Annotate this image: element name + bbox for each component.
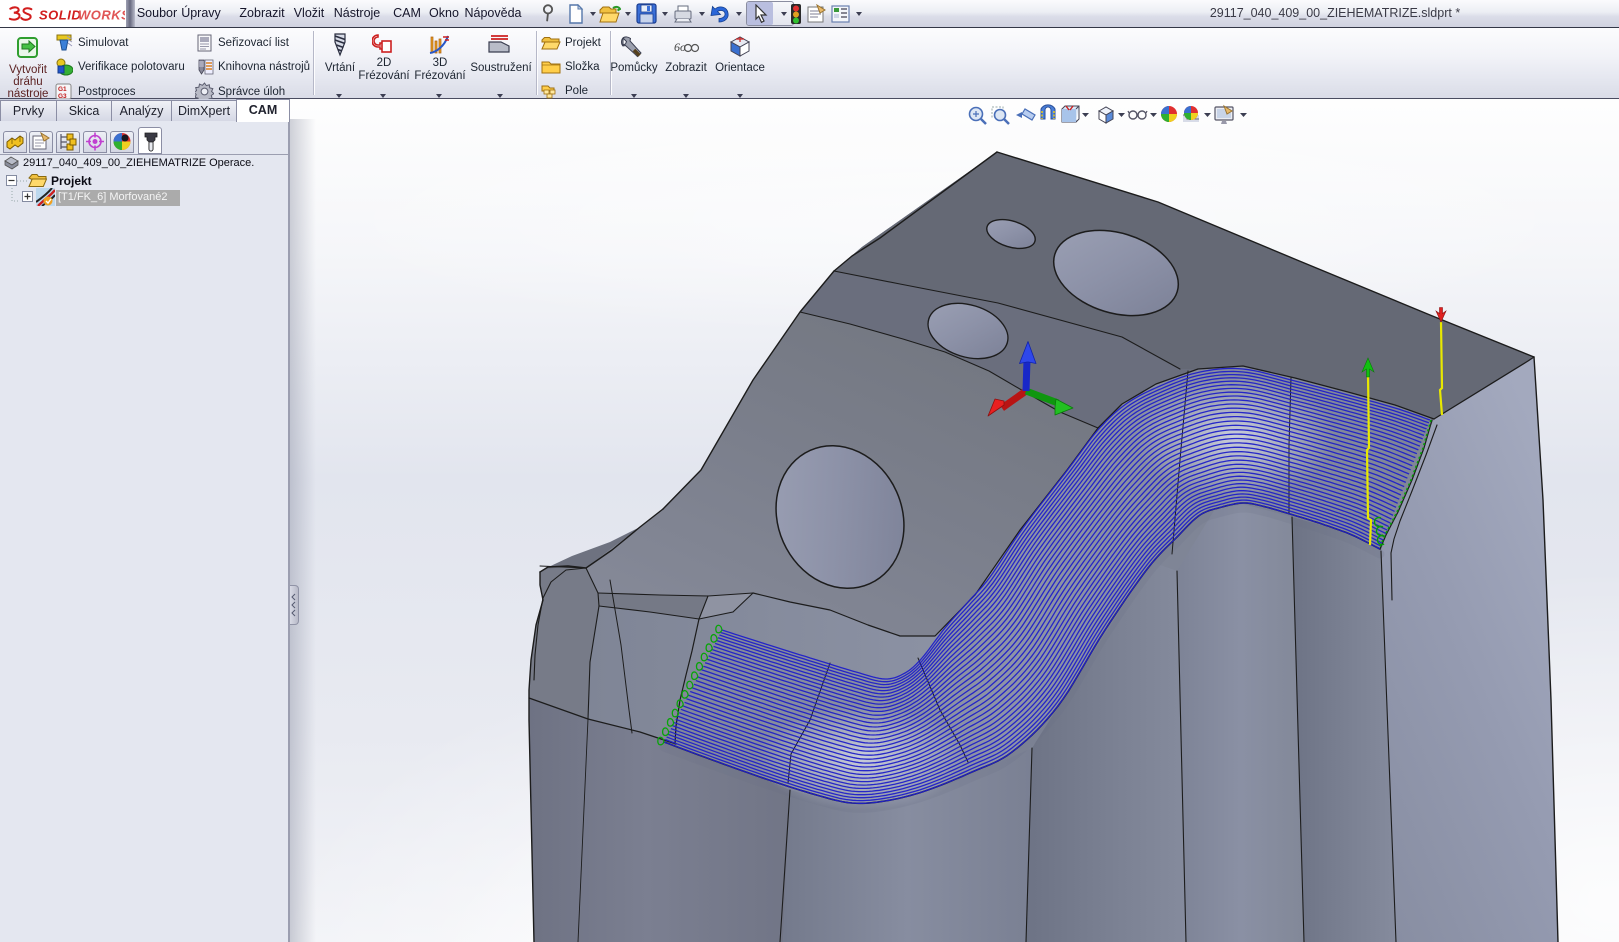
svg-text:SOLID: SOLID [39, 8, 81, 23]
svg-text:G1: G1 [58, 86, 67, 93]
svg-text:WORKS: WORKS [78, 8, 125, 23]
